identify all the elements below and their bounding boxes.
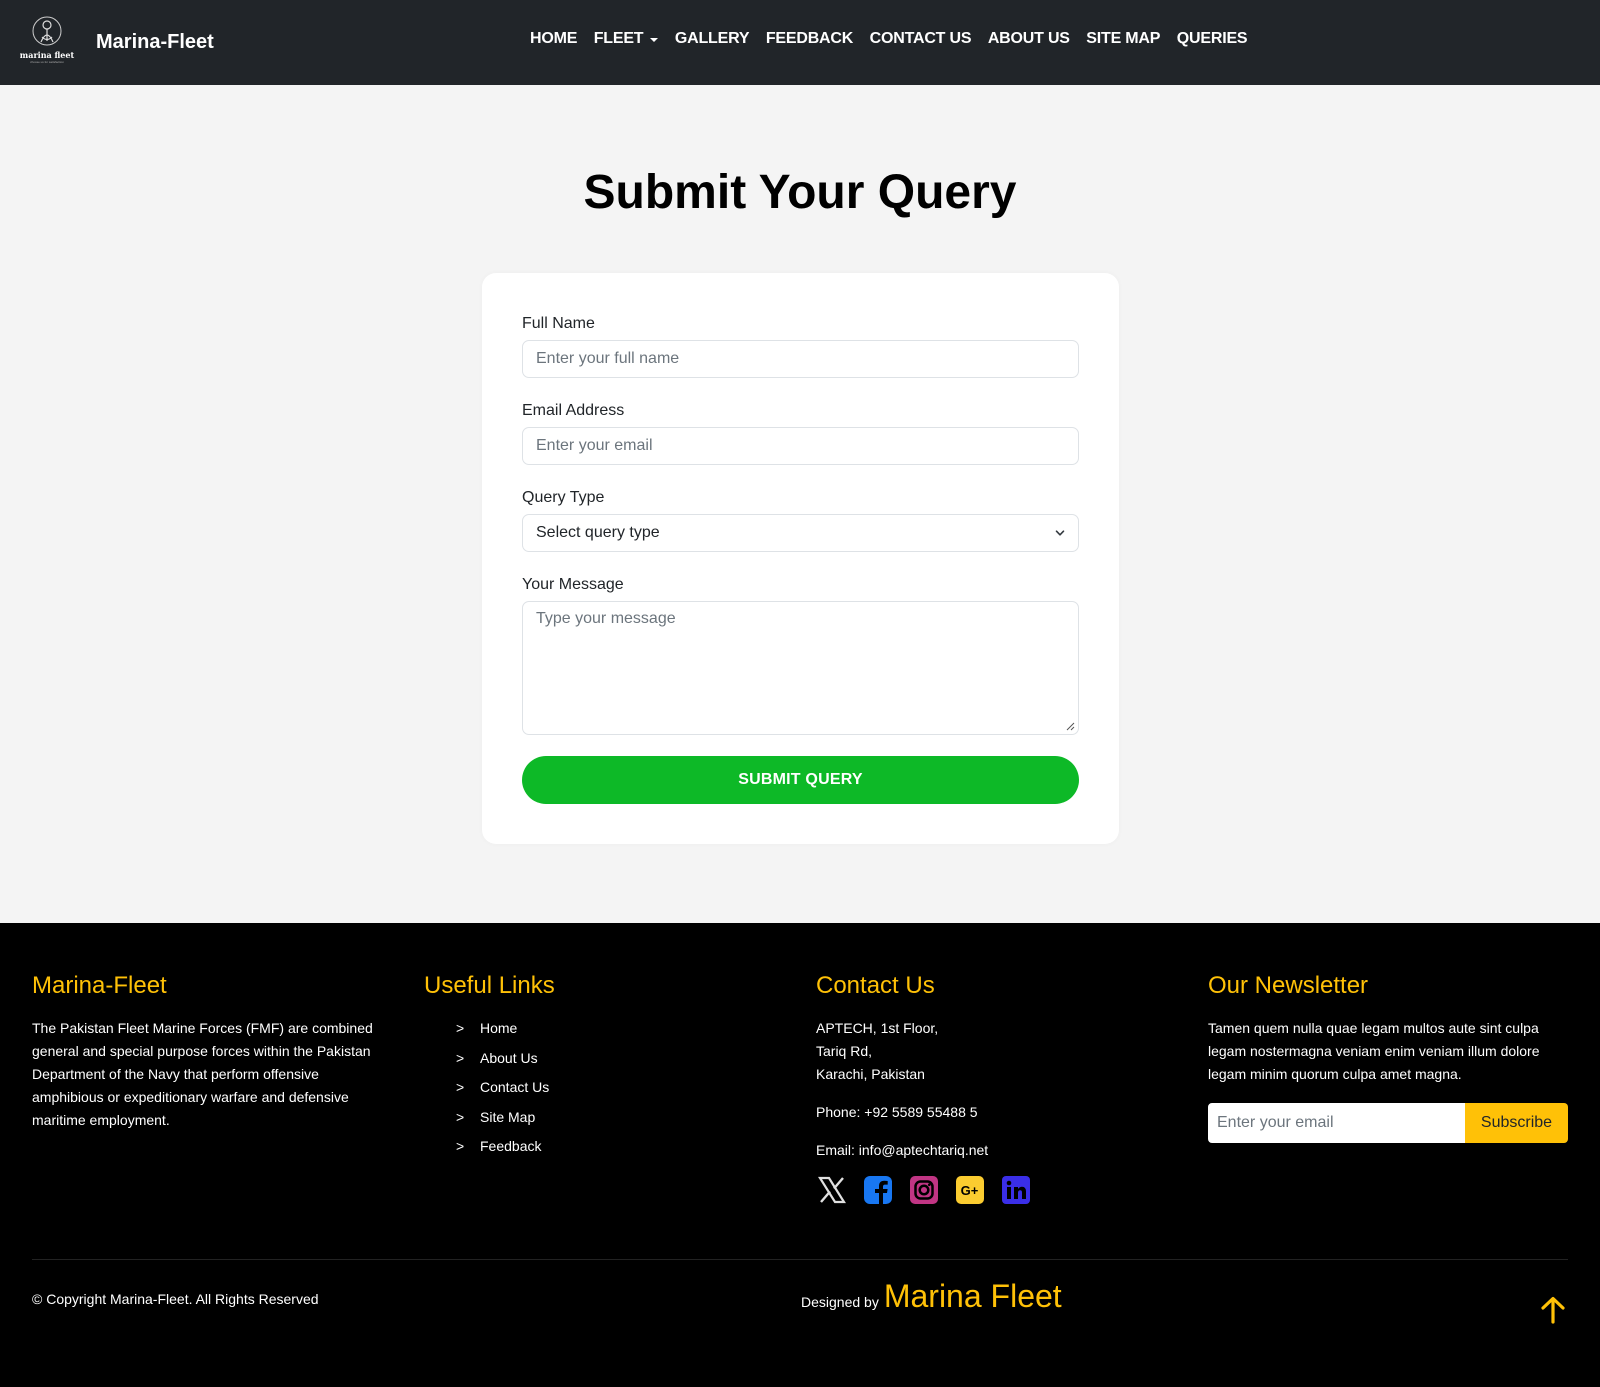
footer-link-about-us[interactable]: About Us — [480, 1044, 538, 1074]
designer-name: Marina Fleet — [883, 1278, 1062, 1314]
address-line: Tariq Rd, — [816, 1043, 873, 1059]
footer-contact-title: Contact Us — [816, 972, 935, 999]
list-item: > Feedback — [456, 1132, 724, 1162]
logo: marina fleet choose us for satisfaction — [16, 14, 78, 70]
chevron-down-icon — [1055, 530, 1065, 536]
query-form-card: Full Name Email Address Query Type Selec… — [482, 273, 1119, 844]
footer-link-site-map[interactable]: Site Map — [480, 1103, 535, 1133]
footer-link-home[interactable]: Home — [480, 1014, 517, 1044]
address-line: Karachi, Pakistan — [816, 1066, 925, 1082]
instagram-icon[interactable] — [908, 1174, 940, 1206]
nav-gallery[interactable]: GALLERY — [675, 30, 750, 48]
brand-name: Marina-Fleet — [96, 30, 214, 53]
address-line: APTECH, 1st Floor, — [816, 1020, 939, 1036]
query-type-value: Select query type — [536, 524, 660, 541]
newsletter-form: Subscribe — [1208, 1103, 1568, 1143]
logo-text: marina fleet — [19, 50, 75, 60]
nav-feedback[interactable]: FEEDBACK — [766, 30, 853, 48]
newsletter-email-input[interactable] — [1208, 1103, 1465, 1143]
submit-query-button[interactable]: SUBMIT QUERY — [522, 756, 1079, 804]
footer-phone: Phone: +92 5589 55488 5 — [816, 1104, 978, 1120]
query-type-group: Query Type Select query type — [522, 486, 1079, 552]
list-item: > Contact Us — [456, 1073, 724, 1103]
nav-fleet-label: FLEET — [593, 30, 644, 47]
navbar: marina fleet choose us for satisfaction … — [0, 0, 1600, 85]
social-links: G+ — [816, 1174, 1156, 1206]
arrow-up-icon[interactable] — [1538, 1295, 1568, 1325]
logo-tagline: choose us for satisfaction — [30, 60, 64, 64]
nav-contact-us[interactable]: CONTACT US — [870, 30, 972, 48]
x-icon[interactable] — [816, 1174, 848, 1206]
footer-newsletter-text: Tamen quem nulla quae legam multos aute … — [1208, 1020, 1540, 1082]
nav-fleet-dropdown[interactable]: FLEET — [594, 30, 659, 48]
footer-about: Marina-Fleet The Pakistan Fleet Marine F… — [32, 970, 392, 1132]
copyright-text: © Copyright Marina-Fleet. All Rights Res… — [32, 1291, 319, 1307]
footer-contact: Contact Us APTECH, 1st Floor, Tariq Rd, … — [816, 970, 1156, 1206]
nav-about-us[interactable]: ABOUT US — [988, 30, 1070, 48]
query-type-label: Query Type — [522, 489, 605, 506]
anchor-sailor-icon — [32, 16, 62, 46]
list-item: > About Us — [456, 1044, 724, 1074]
footer-about-text: The Pakistan Fleet Marine Forces (FMF) a… — [32, 1020, 373, 1128]
message-label: Your Message — [522, 576, 624, 593]
nav-home[interactable]: HOME — [530, 30, 577, 48]
nav-links: HOME FLEET GALLERY FEEDBACK CONTACT US A… — [530, 30, 1264, 48]
svg-text:G+: G+ — [961, 1183, 979, 1198]
caret-down-icon — [650, 37, 659, 42]
page-title: Submit Your Query — [583, 166, 1017, 219]
footer-newsletter: Our Newsletter Tamen quem nulla quae leg… — [1208, 970, 1568, 1143]
nav-site-map[interactable]: SITE MAP — [1086, 30, 1160, 48]
google-plus-icon[interactable]: G+ — [954, 1174, 986, 1206]
bullet-chevron-icon: > — [456, 1108, 465, 1125]
message-textarea[interactable] — [522, 601, 1079, 735]
full-name-label: Full Name — [522, 315, 595, 332]
email-group: Email Address — [522, 399, 1079, 465]
footer-link-feedback[interactable]: Feedback — [480, 1132, 541, 1162]
footer-divider — [32, 1259, 1568, 1260]
nav-queries[interactable]: QUERIES — [1177, 30, 1248, 48]
linkedin-icon[interactable] — [1000, 1174, 1032, 1206]
message-group: Your Message — [522, 573, 1079, 735]
footer-newsletter-title: Our Newsletter — [1208, 972, 1369, 999]
footer-address: APTECH, 1st Floor, Tariq Rd, Karachi, Pa… — [816, 1017, 1156, 1086]
resize-grip-icon[interactable] — [1065, 721, 1075, 731]
full-name-group: Full Name — [522, 312, 1079, 378]
bullet-chevron-icon: > — [456, 1049, 465, 1066]
bullet-chevron-icon: > — [456, 1138, 465, 1154]
list-item: > Home — [456, 1014, 724, 1044]
footer-links-list: > Home > About Us > Contact Us > Site Map > F… — [456, 1014, 724, 1162]
footer-useful-links: Useful Links > Home > About Us > Contact Us… — [424, 970, 724, 1162]
footer-about-title: Marina-Fleet — [32, 972, 167, 999]
full-name-input[interactable] — [522, 340, 1079, 378]
list-item: > Site Map — [456, 1103, 724, 1133]
footer-email: Email: info@aptechtariq.net — [816, 1142, 989, 1158]
query-type-select[interactable]: Select query type — [522, 514, 1079, 552]
footer-link-contact-us[interactable]: Contact Us — [480, 1073, 549, 1103]
designed-by-label: Designed by — [801, 1294, 879, 1310]
footer-links-title: Useful Links — [424, 972, 555, 999]
email-label: Email Address — [522, 402, 625, 419]
bullet-chevron-icon: > — [456, 1079, 465, 1095]
subscribe-button[interactable]: Subscribe — [1465, 1103, 1568, 1143]
brand-link[interactable]: marina fleet choose us for satisfaction … — [16, 14, 214, 70]
facebook-icon[interactable] — [862, 1174, 894, 1206]
footer: Marina-Fleet The Pakistan Fleet Marine F… — [0, 923, 1600, 1387]
designed-by: Designed by Marina Fleet — [801, 1278, 1062, 1315]
bullet-chevron-icon: > — [456, 1020, 465, 1036]
email-input[interactable] — [522, 427, 1079, 465]
